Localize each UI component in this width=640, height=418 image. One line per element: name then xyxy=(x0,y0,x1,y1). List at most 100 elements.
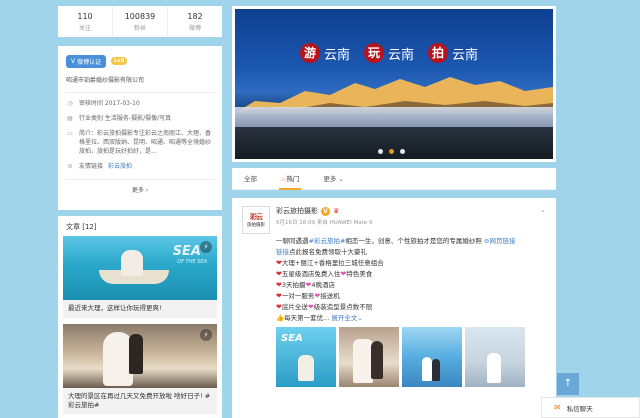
tab-hot-label: 热门 xyxy=(286,174,300,183)
figure-graphic xyxy=(371,341,383,379)
tab-more-label: 更多 xyxy=(323,174,337,183)
tag-icon: ▤ xyxy=(67,115,73,122)
sea-sub-watermark: OF THE SEA xyxy=(177,259,207,265)
slogan-word-1: 云南 xyxy=(323,47,350,63)
expand-full-text[interactable]: 展开全文 xyxy=(331,314,357,322)
article-image-1[interactable]: SEA OF THE SEA ⚡ xyxy=(63,236,217,300)
post-item-2-suffix: 特色美食 xyxy=(346,270,373,278)
private-message-button[interactable]: ✉ 私信聊天 xyxy=(541,397,640,418)
figure-graphic xyxy=(487,353,501,383)
banner-slogan: 游 云南 玩 云南 拍 云南 xyxy=(235,43,553,63)
stat-posts-count: 182 xyxy=(187,12,203,21)
info-links-label: 友情链接 xyxy=(79,163,104,170)
verified-icon: V xyxy=(321,206,330,216)
avatar[interactable]: 彩云 旅拍摄影 xyxy=(242,206,270,234)
profile-stats: 110 关注 100839 粉丝 182 微博 xyxy=(58,6,222,37)
clock-icon: ◷ xyxy=(67,100,73,107)
post-image-4[interactable] xyxy=(465,327,525,387)
private-message-label: 私信聊天 xyxy=(566,404,593,413)
stat-posts-label: 微博 xyxy=(188,25,201,32)
post-image-2[interactable] xyxy=(339,327,399,387)
level-badge[interactable]: LvB xyxy=(111,57,128,65)
sea-watermark: SEA xyxy=(172,244,201,259)
stat-following-label: 关注 xyxy=(78,25,91,32)
article-title-1[interactable]: 最近来大理，这样让你玩得更爽! xyxy=(63,300,217,318)
friend-link[interactable]: 彩云旅拍 xyxy=(108,162,132,171)
post-item-5-suffix: 级装造型景点数不限 xyxy=(313,303,373,311)
article-image-2[interactable]: ⚡ xyxy=(63,324,217,388)
info-industry-text: 行业类别 生活服务-摄影/摄像/写真 xyxy=(79,115,172,122)
slogan-word-3: 云南 xyxy=(452,47,479,63)
chevron-down-icon: ⌄ xyxy=(357,314,363,322)
carousel-dot-1[interactable] xyxy=(378,149,383,154)
banner-card: 游 云南 玩 云南 拍 云南 xyxy=(232,6,556,162)
post-image-1[interactable]: SEA xyxy=(276,327,336,387)
post-item-2: 五星级酒店免费入住 xyxy=(281,270,341,278)
info-review-time: ◷ 审核时间 2017-03-10 xyxy=(66,99,214,108)
stat-followers[interactable]: 100839 粉丝 xyxy=(113,6,168,37)
figure-graphic xyxy=(353,339,373,383)
lightning-icon: ⚡ xyxy=(200,241,212,253)
couple-graphic xyxy=(121,250,143,276)
post-line1-a: 一聊同遇遇 xyxy=(276,237,309,245)
post-web-link-tail[interactable]: 链接 xyxy=(276,248,289,256)
sea-watermark: SEA xyxy=(281,333,303,344)
carousel-dot-3[interactable] xyxy=(400,149,405,154)
banner-carousel[interactable]: 游 云南 玩 云南 拍 云南 xyxy=(235,9,553,159)
post-item-6: 每天第一套优... xyxy=(284,314,330,322)
post-item-1: 大理+丽江+香格里拉三城任意组合 xyxy=(281,259,384,267)
link-icon: ⊘ xyxy=(67,163,73,170)
company-name: 昭通市铂爵婚纱摄影有限公司 xyxy=(66,75,214,93)
post-item-4-suffix: 接送机 xyxy=(320,292,340,300)
post-nickname[interactable]: 彩云旅拍摄影 xyxy=(276,206,318,216)
chevron-right-icon: › xyxy=(145,187,149,194)
figure-graphic xyxy=(298,355,314,381)
post-item-5: 底片全送 xyxy=(281,303,308,311)
post-hashtag[interactable]: #彩云旅拍# xyxy=(309,237,346,245)
arrow-up-icon: ↑ xyxy=(563,378,573,389)
profile-more-button[interactable]: 更多 › xyxy=(66,179,214,194)
article-title-2[interactable]: 大理的景区在再过几天又免费开放啦 啥好日子! #彩云旅拍# xyxy=(63,388,217,414)
verify-badge[interactable]: V 微博认证 xyxy=(66,54,107,68)
verify-badge-label: 微博认证 xyxy=(77,58,102,66)
ground-layer xyxy=(235,127,553,159)
avatar-logo-bottom: 旅拍摄影 xyxy=(247,223,265,228)
info-intro-text: 简介：彩云旅拍摄影专注彩云之南丽江、大理、香格里拉、西双版纳、昆明、昭通、昭通等… xyxy=(79,130,212,155)
groom-graphic xyxy=(129,334,143,374)
stat-following-count: 110 xyxy=(77,12,93,21)
articles-header: 文章 [12] xyxy=(66,223,97,231)
carousel-dots xyxy=(378,149,405,154)
slogan-seal-3: 拍 xyxy=(428,43,448,63)
thumbs-up-icon: 👍 xyxy=(276,314,285,322)
mail-icon: ✉ xyxy=(554,403,561,412)
feed-tabs: 全部 ♨热门 更多 ⌄ xyxy=(232,168,556,190)
stat-posts[interactable]: 182 微博 xyxy=(168,6,222,37)
scroll-top-button[interactable]: ↑ xyxy=(557,373,579,395)
cloud-layer xyxy=(235,107,553,129)
post-menu-chevron-icon[interactable]: ⌄ xyxy=(540,206,546,234)
chevron-down-icon: ⌄ xyxy=(338,174,344,183)
verified-v-icon: V xyxy=(71,57,76,65)
crown-icon: ♛ xyxy=(333,207,340,215)
tab-more[interactable]: 更多 ⌄ xyxy=(311,168,356,190)
profile-info-card: V 微博认证 LvB 昭通市铂爵婚纱摄影有限公司 ◷ 审核时间 2017-03-1… xyxy=(58,46,222,210)
post-line1-b: 相恋一生，创意、个性旅拍才是您的专属婚纱照 xyxy=(345,237,482,245)
slogan-seal-2: 玩 xyxy=(363,43,384,63)
post-item-3-suffix: 4晚酒店 xyxy=(311,281,336,289)
post-line1-c: 点此报名免费领取十大豪礼 xyxy=(289,248,367,256)
post-item-3: 3天拍摄 xyxy=(281,281,306,289)
tab-all[interactable]: 全部 xyxy=(232,168,269,190)
figure-graphic xyxy=(422,357,432,381)
figure-graphic xyxy=(432,359,440,381)
post-meta: 6月16日 16:09 来自 HUAWEI Mate 9 xyxy=(276,220,373,226)
carousel-dot-2[interactable] xyxy=(389,149,394,154)
info-links: ⊘ 友情链接 彩云旅拍 xyxy=(66,162,214,171)
tab-hot[interactable]: ♨热门 xyxy=(269,168,311,190)
post-image-3[interactable] xyxy=(402,327,462,387)
stat-following[interactable]: 110 关注 xyxy=(58,6,113,37)
profile-more-label: 更多 xyxy=(131,187,144,194)
doc-icon: ▭ xyxy=(67,130,73,137)
post-web-link[interactable]: 网页链接 xyxy=(489,237,515,245)
post-images: SEA xyxy=(276,327,546,387)
post-body: 一聊同遇遇#彩云旅拍#相恋一生，创意、个性旅拍才是您的专属婚纱照 ⊘网页链接 链… xyxy=(276,236,550,324)
